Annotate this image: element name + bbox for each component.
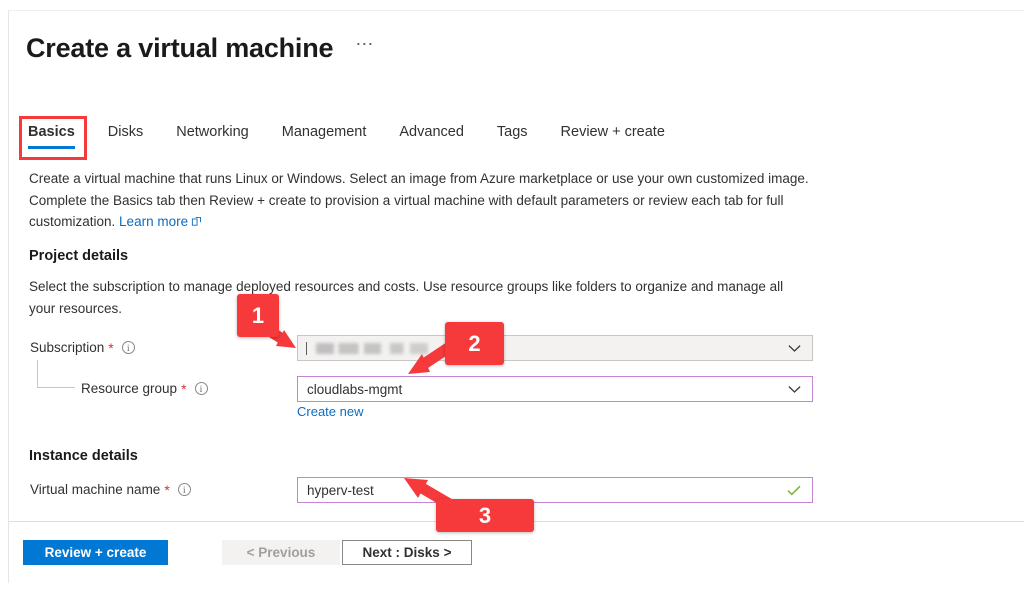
subscription-info-icon[interactable]: i (121, 341, 135, 354)
chevron-down-icon (788, 385, 801, 394)
tab-networking[interactable]: Networking (176, 124, 249, 149)
tab-bar: Basics Disks Networking Management Advan… (28, 124, 698, 149)
next-disks-button[interactable]: Next : Disks > (342, 540, 472, 565)
vm-name-input[interactable]: hyperv-test (297, 477, 813, 503)
text-cursor (306, 341, 307, 355)
valid-check-icon (787, 485, 801, 496)
review-create-button[interactable]: Review + create (23, 540, 168, 565)
vm-name-info-icon[interactable]: i (177, 483, 191, 496)
resource-group-dropdown[interactable]: cloudlabs-mgmt (297, 376, 813, 402)
create-vm-blade: Create a virtual machine ⋯ Basics Disks … (0, 0, 1024, 593)
footer-divider (9, 521, 1024, 522)
vm-name-label-text: Virtual machine name (30, 482, 161, 497)
subscription-label-text: Subscription (30, 340, 105, 355)
subscription-redacted-value (316, 342, 428, 354)
learn-more-link[interactable]: Learn more (119, 214, 188, 229)
annotation-badge-3: 3 (436, 499, 534, 532)
resource-group-info-icon[interactable]: i (194, 382, 208, 395)
resource-group-label: Resource group * i (81, 381, 208, 396)
vm-name-required-star: * (164, 481, 170, 498)
subscription-label: Subscription * i (30, 340, 135, 355)
instance-details-heading: Instance details (29, 448, 138, 464)
subscription-dropdown[interactable] (297, 335, 813, 361)
blade-header: Create a virtual machine ⋯ (26, 33, 374, 64)
vm-name-value: hyperv-test (307, 482, 374, 498)
resource-group-value: cloudlabs-mgmt (307, 381, 403, 397)
subscription-required-star: * (108, 339, 114, 356)
blade-left-divider (8, 10, 9, 583)
chevron-down-icon (788, 344, 801, 353)
resource-group-required-star: * (181, 380, 187, 397)
resource-group-label-text: Resource group (81, 381, 178, 396)
tab-basics[interactable]: Basics (28, 124, 75, 149)
blade-top-divider (8, 10, 1024, 11)
previous-button[interactable]: < Previous (222, 540, 340, 565)
tab-advanced[interactable]: Advanced (399, 124, 464, 149)
more-options-button[interactable]: ⋯ (355, 35, 374, 59)
vm-name-label: Virtual machine name * i (30, 482, 191, 497)
tab-review-create[interactable]: Review + create (561, 124, 665, 149)
tab-tags[interactable]: Tags (497, 124, 528, 149)
project-details-description: Select the subscription to manage deploy… (29, 279, 784, 316)
blade-description: Create a virtual machine that runs Linux… (29, 168, 811, 234)
page-title: Create a virtual machine (26, 33, 334, 63)
tree-connector-line (37, 360, 75, 388)
tab-disks[interactable]: Disks (108, 124, 143, 149)
tab-management[interactable]: Management (282, 124, 367, 149)
create-new-resource-group-link[interactable]: Create new (297, 404, 363, 419)
project-details-heading: Project details (29, 248, 129, 264)
external-link-icon (191, 212, 202, 234)
